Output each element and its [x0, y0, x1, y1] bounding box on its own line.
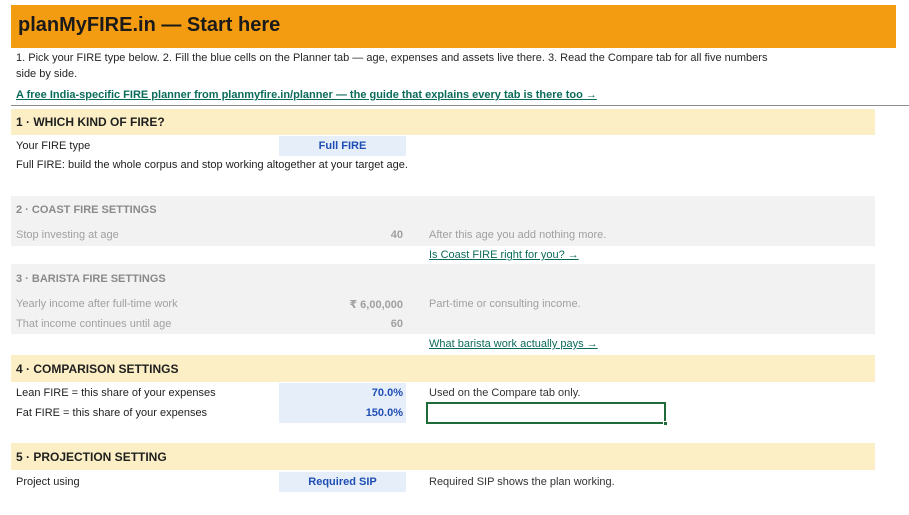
- barista-income-note: Part-time or consulting income.: [429, 298, 581, 310]
- section-5-header: 5 · PROJECTION SETTING: [11, 443, 875, 470]
- section-4-header: 4 · COMPARISON SETTINGS: [11, 355, 875, 382]
- section-2-heading: 2 · COAST FIRE SETTINGS: [16, 204, 157, 216]
- projection-note: Required SIP shows the plan working.: [429, 476, 615, 488]
- fat-fire-input[interactable]: 150.0%: [279, 403, 406, 423]
- page-title: planMyFIRE.in — Start here: [18, 14, 281, 36]
- section-4-heading: 4 · COMPARISON SETTINGS: [16, 362, 179, 376]
- fire-type-label: Your FIRE type: [16, 140, 91, 152]
- lean-fire-value: 70.0%: [371, 387, 403, 399]
- fire-type-description: Full FIRE: build the whole corpus and st…: [16, 159, 408, 171]
- projection-label: Project using: [16, 476, 80, 488]
- fat-fire-label: Fat FIRE = this share of your expenses: [16, 407, 208, 419]
- coast-fire-link[interactable]: Is Coast FIRE right for you? →: [429, 249, 579, 261]
- title-bar: planMyFIRE.in — Start here: [11, 5, 896, 48]
- guide-link[interactable]: A free India-specific FIRE planner from …: [16, 89, 597, 101]
- fat-fire-value: 150.0%: [365, 407, 403, 419]
- barista-work-link[interactable]: What barista work actually pays →: [429, 338, 598, 350]
- instructions-line-1: 1. Pick your FIRE type below. 2. Fill th…: [16, 52, 768, 64]
- fire-type-select[interactable]: Full FIRE: [279, 136, 406, 156]
- instructions-line-2: side by side.: [16, 68, 78, 80]
- section-1-heading: 1 · WHICH KIND OF FIRE?: [16, 115, 165, 129]
- stop-investing-value[interactable]: 40: [279, 229, 403, 241]
- stop-investing-note: After this age you add nothing more.: [429, 229, 607, 241]
- section-1-header: 1 · WHICH KIND OF FIRE?: [11, 109, 875, 135]
- projection-value: Required SIP: [308, 476, 377, 488]
- lean-fire-note: Used on the Compare tab only.: [429, 387, 581, 399]
- barista-income-label: Yearly income after full-time work: [16, 298, 178, 310]
- barista-until-label: That income continues until age: [16, 318, 172, 330]
- section-5-heading: 5 · PROJECTION SETTING: [16, 450, 167, 464]
- lean-fire-label: Lean FIRE = this share of your expenses: [16, 387, 216, 399]
- section-3-heading: 3 · BARISTA FIRE SETTINGS: [16, 273, 166, 285]
- barista-income-value[interactable]: ₹ 6,00,000: [279, 298, 403, 311]
- selected-cell[interactable]: [426, 402, 668, 426]
- fire-type-value: Full FIRE: [318, 140, 367, 152]
- projection-select[interactable]: Required SIP: [279, 472, 406, 492]
- barista-until-value[interactable]: 60: [279, 318, 403, 330]
- fill-handle[interactable]: [663, 421, 668, 426]
- stop-investing-label: Stop investing at age: [16, 229, 119, 241]
- lean-fire-input[interactable]: 70.0%: [279, 383, 406, 403]
- divider: [11, 105, 909, 106]
